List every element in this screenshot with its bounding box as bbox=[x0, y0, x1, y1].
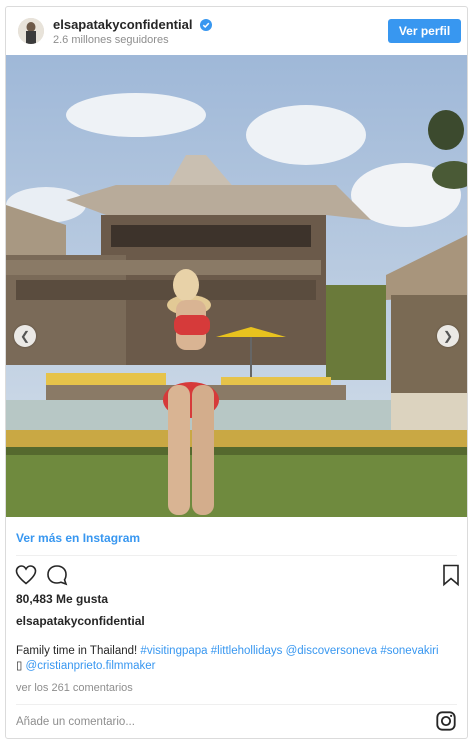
camera-glyph: ▯ bbox=[16, 660, 23, 672]
instagram-embed-card: elsapatakyconfidential 2.6 millones segu… bbox=[5, 6, 468, 739]
bookmark-icon[interactable] bbox=[439, 563, 463, 587]
divider bbox=[16, 555, 457, 556]
hashtag-link[interactable]: #littlehollidays bbox=[211, 645, 283, 657]
heart-icon[interactable] bbox=[14, 563, 38, 587]
likes-count: 80,483 Me gusta bbox=[16, 592, 109, 606]
post-header: elsapatakyconfidential 2.6 millones segu… bbox=[6, 7, 467, 55]
instagram-logo-icon[interactable] bbox=[435, 710, 457, 732]
hashtag-link[interactable]: #visitingpapa bbox=[140, 645, 207, 657]
username-text[interactable]: elsapatakyconfidential bbox=[53, 17, 192, 32]
comment-icon[interactable] bbox=[45, 563, 69, 587]
add-comment-input[interactable]: Añade un comentario... bbox=[16, 716, 135, 728]
action-bar bbox=[6, 563, 467, 589]
view-more-on-instagram-link[interactable]: Ver más en Instagram bbox=[16, 531, 140, 545]
post-photo[interactable]: ❮ ❯ bbox=[6, 55, 467, 517]
carousel-next-button[interactable]: ❯ bbox=[437, 325, 459, 347]
mention-link[interactable]: @discoversoneva bbox=[286, 645, 378, 657]
avatar[interactable] bbox=[18, 18, 44, 44]
followers-count: 2.6 millones seguidores bbox=[53, 34, 169, 46]
carousel-prev-button[interactable]: ❮ bbox=[14, 325, 36, 347]
mention-link[interactable]: @cristianprieto.filmmaker bbox=[26, 660, 156, 672]
chevron-left-icon: ❮ bbox=[19, 329, 31, 343]
view-profile-button[interactable]: Ver perfil bbox=[388, 19, 461, 43]
username[interactable]: elsapatakyconfidential bbox=[53, 17, 213, 32]
chevron-right-icon: ❯ bbox=[442, 329, 454, 343]
view-comments-link[interactable]: ver los 261 comentarios bbox=[16, 682, 133, 694]
caption-text: Family time in Thailand! bbox=[16, 645, 141, 657]
verified-badge-icon bbox=[200, 19, 213, 31]
divider bbox=[16, 704, 457, 705]
hashtag-link[interactable]: #sonevakiri bbox=[380, 645, 438, 657]
post-caption: Family time in Thailand! #visitingpapa #… bbox=[16, 644, 461, 674]
resort-photo bbox=[6, 55, 467, 517]
post-owner-username[interactable]: elsapatakyconfidential bbox=[16, 614, 145, 628]
